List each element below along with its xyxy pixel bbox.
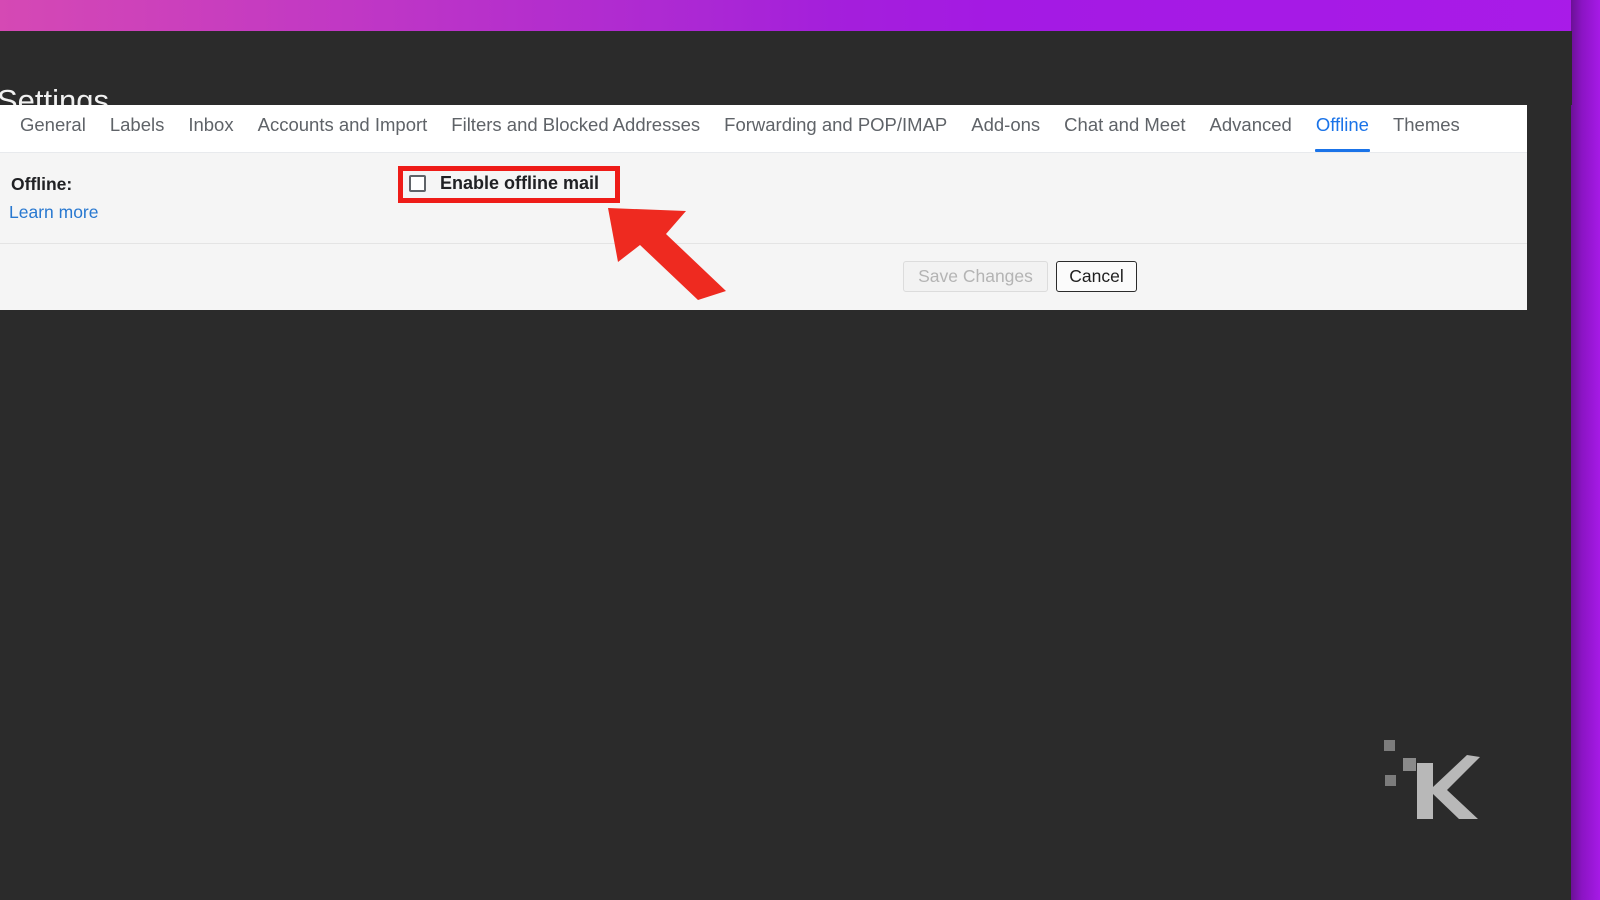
learn-more-link[interactable]: Learn more — [9, 202, 99, 223]
tab-advanced[interactable]: Advanced — [1198, 105, 1304, 145]
save-changes-button[interactable]: Save Changes — [903, 261, 1048, 292]
screenshot-root: Settings General Labels Inbox Accounts a… — [0, 0, 1600, 900]
tab-general[interactable]: General — [8, 105, 98, 145]
settings-tab-strip: General Labels Inbox Accounts and Import… — [0, 105, 1527, 153]
tab-forwarding-and-pop-imap[interactable]: Forwarding and POP/IMAP — [712, 105, 959, 145]
settings-header: Settings — [0, 31, 1572, 118]
cancel-button[interactable]: Cancel — [1056, 261, 1137, 292]
right-purple-bar — [1571, 0, 1600, 900]
tab-themes[interactable]: Themes — [1381, 105, 1472, 145]
top-gradient-band — [0, 0, 1600, 31]
offline-settings-row: Offline: Learn more — [0, 153, 1527, 243]
actions-row: Save Changes Cancel — [0, 244, 1527, 310]
tab-add-ons[interactable]: Add-ons — [959, 105, 1052, 145]
annotation-highlight-rectangle — [398, 166, 620, 203]
tab-accounts-and-import[interactable]: Accounts and Import — [246, 105, 440, 145]
tab-inbox[interactable]: Inbox — [176, 105, 245, 145]
tab-chat-and-meet[interactable]: Chat and Meet — [1052, 105, 1197, 145]
settings-body: Offline: Learn more Save Changes Cancel — [0, 153, 1527, 310]
tab-list: General Labels Inbox Accounts and Import… — [8, 105, 1472, 153]
tab-labels[interactable]: Labels — [98, 105, 177, 145]
tab-filters-and-blocked-addresses[interactable]: Filters and Blocked Addresses — [439, 105, 712, 145]
offline-label: Offline: — [11, 174, 73, 194]
tab-offline[interactable]: Offline — [1304, 105, 1381, 152]
